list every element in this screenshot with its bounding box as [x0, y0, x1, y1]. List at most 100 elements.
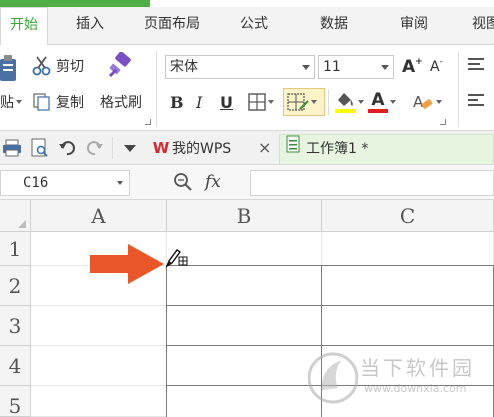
print-preview-icon — [31, 138, 48, 157]
tab-workbook1[interactable]: 工作簿1 * — [279, 134, 494, 164]
paste-dropdown-icon[interactable] — [16, 100, 22, 104]
borders-button[interactable] — [248, 91, 274, 113]
print-preview-button[interactable] — [30, 138, 50, 158]
tab-insert[interactable]: 插入 — [66, 7, 114, 45]
watermark-title: 当下软件园 — [360, 356, 475, 380]
undo-button[interactable] — [58, 139, 76, 157]
font-size-dropdown[interactable]: 11 — [318, 55, 394, 79]
fill-color-swatch — [335, 109, 355, 113]
tab-formulas[interactable]: 公式 — [230, 7, 278, 45]
cell[interactable] — [31, 306, 167, 346]
tab-data[interactable]: 数据 — [310, 7, 358, 45]
row-label: 1 — [8, 237, 22, 261]
align-left-icon[interactable] — [468, 93, 484, 107]
row-label: 4 — [8, 354, 22, 378]
row-header-3[interactable]: 3 — [0, 306, 31, 346]
chevron-down-icon — [311, 100, 317, 104]
row-header-1[interactable]: 1 — [0, 232, 31, 266]
column-label: C — [399, 204, 416, 228]
undo-icon — [59, 141, 75, 156]
ribbon-tabs: 开始 插入 页面布局 公式 数据 审阅 视图 — [0, 7, 494, 46]
cell[interactable] — [31, 346, 167, 386]
draw-border-icon — [287, 93, 309, 111]
print-button[interactable] — [2, 138, 22, 158]
bold-icon: B — [170, 92, 184, 112]
tab-label: 公式 — [240, 16, 268, 32]
column-header-a[interactable]: A — [31, 200, 167, 232]
font-dialog-launcher-icon[interactable] — [440, 119, 446, 125]
formula-input[interactable] — [250, 170, 494, 196]
underline-button[interactable]: U — [220, 90, 233, 114]
decrease-font-size-button[interactable]: A- — [430, 54, 443, 80]
font-name-value: 宋体 — [170, 59, 198, 75]
cell[interactable] — [31, 386, 167, 417]
eraser-icon: A — [413, 93, 433, 111]
title-bar-accent — [0, 0, 150, 7]
select-all-icon — [18, 220, 26, 228]
font-color-icon: A — [371, 90, 385, 110]
tab-my-wps[interactable]: W 我的WPS × — [150, 134, 276, 164]
select-all-corner[interactable] — [0, 200, 31, 232]
font-color-button[interactable]: A — [368, 89, 396, 115]
chevron-down-icon — [381, 65, 389, 70]
cell[interactable] — [322, 232, 494, 266]
clipboard-dialog-launcher-icon[interactable] — [145, 119, 151, 125]
bold-button[interactable]: B — [170, 90, 184, 114]
magnifier-icon — [174, 173, 192, 191]
cut-button[interactable]: 剪切 — [32, 55, 84, 77]
borders-icon — [248, 93, 266, 111]
chevron-down-icon — [358, 100, 364, 104]
format-painter-icon-button[interactable] — [106, 51, 136, 81]
formula-bar: C16 fx — [0, 165, 494, 200]
paint-bucket-icon — [335, 93, 355, 113]
ribbon-separator — [156, 51, 157, 127]
fx-icon: fx — [205, 172, 221, 192]
format-painter-label: 格式刷 — [100, 95, 142, 111]
column-header-b[interactable]: B — [167, 200, 322, 232]
increase-font-size-button[interactable]: A + — [402, 54, 423, 80]
redo-button[interactable] — [86, 139, 104, 157]
draw-border-button[interactable] — [283, 88, 325, 116]
customize-toolbar-button[interactable] — [124, 145, 136, 152]
copy-button[interactable]: 复制 — [32, 91, 84, 113]
copy-icon — [33, 93, 50, 111]
zoom-formula-button[interactable] — [173, 172, 193, 192]
cell[interactable] — [167, 232, 322, 266]
printer-icon — [3, 139, 21, 157]
align-top-icon[interactable] — [468, 57, 484, 71]
chevron-down-icon — [302, 65, 310, 70]
tab-label: 插入 — [76, 16, 104, 32]
tab-label: 审阅 — [400, 16, 428, 32]
italic-button[interactable]: I — [196, 90, 202, 114]
tab-review[interactable]: 审阅 — [390, 7, 438, 45]
clear-format-button[interactable]: A — [412, 89, 442, 115]
row-header-2[interactable]: 2 — [0, 266, 31, 306]
row-label: 5 — [8, 394, 22, 417]
toolbar-separator — [112, 137, 113, 159]
insert-function-button[interactable]: fx — [205, 170, 221, 194]
name-box[interactable]: C16 — [0, 170, 130, 196]
row-header-4[interactable]: 4 — [0, 346, 31, 386]
watermark-logo-icon — [308, 352, 358, 404]
paste-button[interactable] — [0, 51, 20, 85]
fill-color-button[interactable] — [334, 89, 364, 115]
ribbon-separator — [328, 89, 329, 115]
tab-label: 开始 — [10, 17, 38, 33]
spreadsheet-doc-icon — [286, 135, 300, 163]
row-header-5[interactable]: 5 — [0, 386, 31, 417]
tab-page-layout[interactable]: 页面布局 — [132, 7, 212, 45]
chevron-down-icon — [124, 145, 136, 152]
chevron-down-icon[interactable] — [117, 181, 123, 185]
row-label: 2 — [8, 274, 22, 298]
tab-home[interactable]: 开始 — [0, 7, 48, 46]
chevron-down-icon — [390, 100, 396, 104]
format-painter-button[interactable]: 格式刷 — [100, 91, 142, 113]
column-header-c[interactable]: C — [322, 200, 494, 232]
close-icon[interactable]: × — [258, 134, 271, 162]
watermark-url: www.downxia.com — [364, 382, 467, 395]
tab-view[interactable]: 视图 — [460, 7, 494, 45]
font-name-dropdown[interactable]: 宋体 — [165, 55, 315, 79]
italic-icon: I — [196, 92, 203, 112]
grow-font-icon: A — [402, 57, 416, 77]
border-line — [166, 265, 167, 417]
